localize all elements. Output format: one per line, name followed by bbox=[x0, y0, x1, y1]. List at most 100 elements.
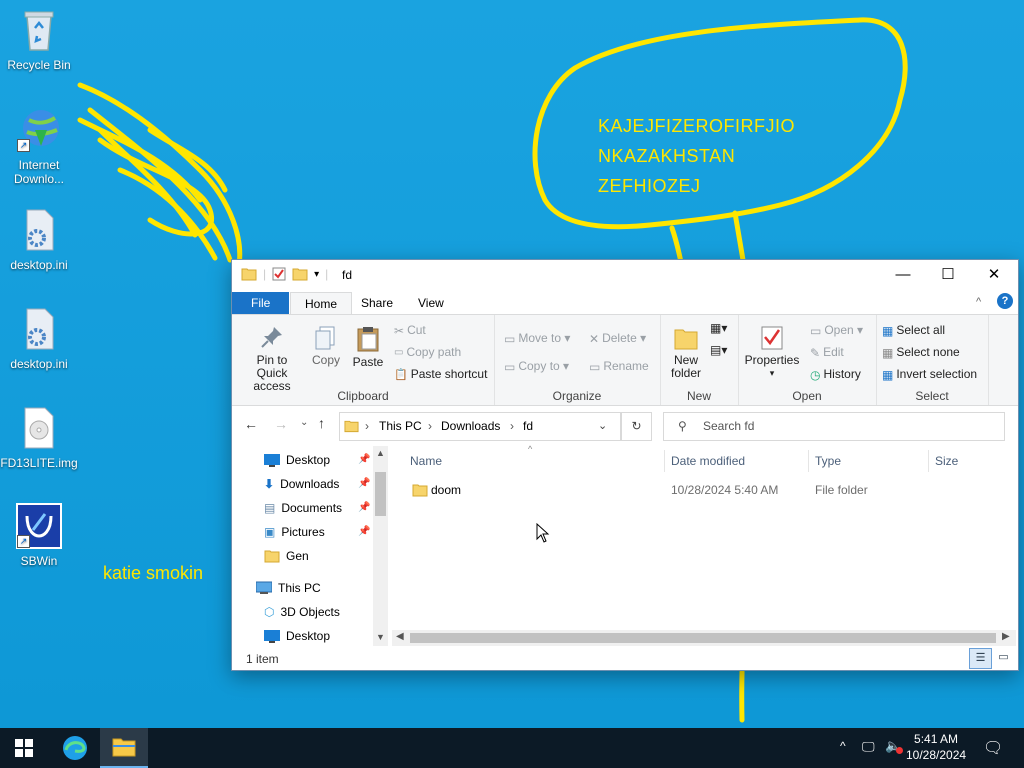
help-icon[interactable]: ? bbox=[997, 293, 1013, 309]
nav-item-label: Gen bbox=[286, 549, 309, 563]
address-dropdown-chevron-icon[interactable]: ⌄ bbox=[598, 419, 607, 432]
table-row[interactable]: doom 10/28/2024 5:40 AM File folder bbox=[408, 480, 1008, 500]
horizontal-scrollbar[interactable]: ◀ ▶ bbox=[392, 630, 1016, 646]
properties-check-icon[interactable] bbox=[272, 267, 286, 281]
paste-label: Paste bbox=[352, 355, 384, 369]
search-icon: ⚲ bbox=[678, 419, 687, 433]
nav-item-documents[interactable]: ▤ Documents bbox=[264, 497, 342, 519]
minimize-button[interactable]: — bbox=[880, 260, 926, 290]
scroll-down-icon[interactable]: ▼ bbox=[376, 632, 385, 642]
desktop-icon-recycle-bin[interactable]: Recycle Bin bbox=[0, 6, 78, 72]
details-view-button[interactable]: ☰ bbox=[969, 648, 992, 669]
pin-to-quick-access-button[interactable]: Pin to Quick access bbox=[238, 325, 306, 393]
invert-selection-button[interactable]: ▦ Invert selection bbox=[882, 367, 977, 382]
paste-shortcut-button[interactable]: 📋 Paste shortcut bbox=[394, 367, 487, 381]
desktop-icon bbox=[264, 630, 280, 643]
back-arrow-icon[interactable]: ← bbox=[244, 416, 258, 432]
file-explorer-window: | ▾ | fd — ☐ ✕ File Home Share View ^ ? … bbox=[231, 259, 1019, 671]
move-to-button[interactable]: ▭ Move to ▾ bbox=[504, 331, 570, 346]
copy-button[interactable]: Copy bbox=[310, 325, 342, 367]
tab-file[interactable]: File bbox=[232, 292, 290, 314]
file-explorer-icon bbox=[112, 738, 136, 757]
pin-icon: 📌 bbox=[358, 502, 371, 513]
system-clock[interactable]: 5:41 AM 10/28/2024 bbox=[906, 731, 966, 763]
rename-button[interactable]: ▭ Rename bbox=[589, 359, 649, 374]
easy-access-button[interactable]: ▤▾ bbox=[710, 343, 727, 357]
properties-button[interactable]: Properties ▾ bbox=[742, 325, 802, 380]
nav-item-pictures[interactable]: ▣ Pictures bbox=[264, 521, 325, 543]
copy-to-icon: ▭ bbox=[504, 359, 516, 374]
tab-home[interactable]: Home bbox=[290, 292, 353, 315]
tab-view[interactable]: View bbox=[404, 292, 458, 314]
column-header-type[interactable]: Type bbox=[815, 454, 841, 468]
paste-button[interactable]: Paste bbox=[350, 325, 386, 369]
recent-locations-chevron-icon[interactable]: ⌄ bbox=[300, 417, 308, 428]
scroll-right-icon[interactable]: ▶ bbox=[1002, 631, 1010, 642]
forward-arrow-icon[interactable]: → bbox=[274, 416, 288, 432]
new-folder-button[interactable]: New folder bbox=[664, 325, 708, 380]
column-header-name[interactable]: Name bbox=[410, 454, 442, 468]
scroll-up-icon[interactable]: ▲ bbox=[376, 448, 385, 458]
breadcrumb-fd[interactable]: fd bbox=[523, 419, 533, 433]
breadcrumb-this-pc[interactable]: This PC bbox=[379, 419, 422, 433]
edit-icon: ✎ bbox=[810, 345, 821, 360]
tab-share[interactable]: Share bbox=[347, 292, 407, 314]
scrollbar-thumb[interactable] bbox=[410, 633, 996, 643]
copy-to-button[interactable]: ▭ Copy to ▾ bbox=[504, 359, 569, 374]
nav-item-this-pc[interactable]: This PC bbox=[256, 577, 321, 599]
show-hidden-icons-chevron-icon[interactable]: ^ bbox=[840, 739, 846, 753]
open-button[interactable]: ▭ Open ▾ bbox=[810, 323, 863, 338]
column-header-date-modified[interactable]: Date modified bbox=[671, 454, 745, 468]
desktop-icon-internet-download-manager[interactable]: ↗ Internet Downlo... bbox=[0, 106, 78, 186]
cut-label: Cut bbox=[407, 323, 426, 337]
desktop-icon-fd13lite-img[interactable]: FD13LITE.img bbox=[0, 404, 78, 470]
desktop-icon-desktop-ini[interactable]: desktop.ini bbox=[0, 206, 78, 272]
delete-button[interactable]: ✕ Delete ▾ bbox=[589, 331, 646, 346]
nav-item-gen[interactable]: Gen bbox=[264, 545, 309, 567]
breadcrumb-downloads[interactable]: Downloads bbox=[441, 419, 500, 433]
new-group-label: New bbox=[686, 389, 711, 403]
new-folder-icon[interactable] bbox=[292, 267, 308, 281]
folder-icon bbox=[241, 268, 257, 281]
new-item-button[interactable]: ▦▾ bbox=[710, 321, 727, 335]
new-folder-icon bbox=[674, 329, 698, 350]
customize-toolbar-chevron-icon[interactable]: ▾ bbox=[314, 269, 319, 280]
nav-item-label: Documents bbox=[281, 501, 343, 515]
notifications-icon[interactable]: 🗨 bbox=[983, 738, 1003, 758]
properties-icon bbox=[761, 326, 783, 350]
up-arrow-icon[interactable]: ↑ bbox=[318, 415, 325, 431]
desktop-icon-sbwin[interactable]: ↗ SBWin bbox=[0, 502, 78, 568]
start-button[interactable] bbox=[0, 728, 48, 768]
clipboard-group: Pin to Quick access Copy Paste ✂ Cut ▭ Cop… bbox=[232, 315, 495, 405]
refresh-button[interactable]: ↻ bbox=[621, 412, 652, 441]
column-header-size[interactable]: Size bbox=[935, 454, 958, 468]
address-bar[interactable]: › This PC › Downloads › fd ⌄ bbox=[339, 412, 621, 441]
taskbar-file-explorer-button[interactable] bbox=[100, 728, 148, 768]
search-box[interactable]: ⚲ Search fd bbox=[663, 412, 1005, 441]
history-button[interactable]: ◷ History bbox=[810, 367, 861, 382]
organize-group: ▭ Move to ▾ ▭ Copy to ▾ ✕ Delete ▾ ▭ Rename … bbox=[494, 315, 661, 405]
collapse-ribbon-chevron-icon[interactable]: ^ bbox=[976, 296, 981, 308]
select-none-button[interactable]: ▦ Select none bbox=[882, 345, 960, 360]
cut-button[interactable]: ✂ Cut bbox=[394, 323, 426, 338]
nav-item-3d-objects[interactable]: ⬡ 3D Objects bbox=[264, 601, 340, 623]
nav-item-desktop[interactable]: Desktop bbox=[264, 449, 330, 471]
navigation-pane-scrollbar[interactable]: ▲ ▼ bbox=[373, 446, 388, 646]
edit-button[interactable]: ✎ Edit bbox=[810, 345, 844, 360]
nav-item-desktop-pc[interactable]: Desktop bbox=[264, 625, 330, 647]
close-button[interactable]: ✕ bbox=[971, 260, 1017, 290]
large-icons-view-button[interactable]: ▭ bbox=[994, 648, 1013, 667]
select-all-button[interactable]: ▦ Select all bbox=[882, 323, 945, 338]
maximize-button[interactable]: ☐ bbox=[925, 260, 971, 290]
scrollbar-thumb[interactable] bbox=[375, 472, 386, 516]
properties-label: Properties bbox=[744, 353, 800, 367]
network-icon[interactable]: 🖵 bbox=[862, 739, 875, 755]
window-title: fd bbox=[342, 268, 353, 282]
computer-icon bbox=[256, 581, 272, 594]
nav-item-label: 3D Objects bbox=[280, 605, 340, 619]
copy-path-button[interactable]: ▭ Copy path bbox=[394, 345, 461, 359]
nav-item-downloads[interactable]: ⬇ Downloads bbox=[264, 473, 339, 495]
taskbar-edge-button[interactable] bbox=[51, 728, 99, 768]
desktop-icon-desktop-ini[interactable]: desktop.ini bbox=[0, 305, 78, 371]
scroll-left-icon[interactable]: ◀ bbox=[396, 631, 404, 642]
